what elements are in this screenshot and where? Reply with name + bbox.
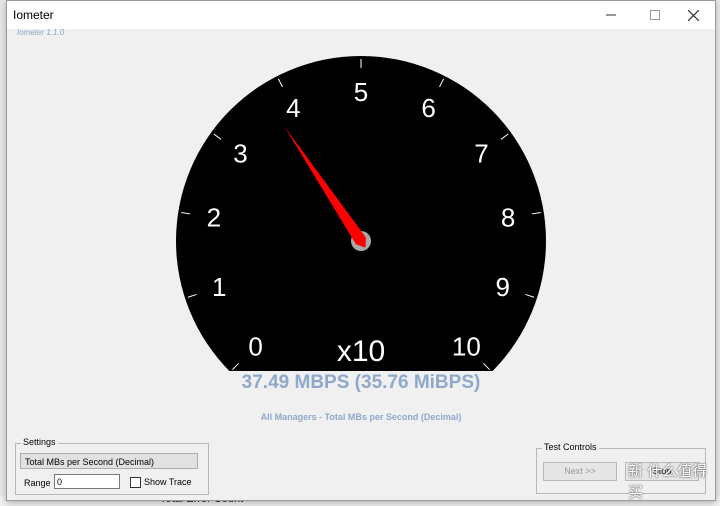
gauge-scale-label: 9 — [495, 272, 509, 302]
version-label: Iometer 1.1.0 — [17, 28, 65, 37]
gauge-scale-label: 2 — [207, 203, 221, 233]
gauge-scale-label: 3 — [233, 138, 247, 168]
test-controls-legend: Test Controls — [542, 442, 599, 452]
maximize-icon — [650, 10, 660, 20]
gauge-scale-label: 7 — [474, 138, 488, 168]
range-input[interactable]: 0 — [54, 474, 120, 489]
gauge-scale-label: 6 — [421, 93, 435, 123]
metric-description: All Managers - Total MBs per Second (Dec… — [260, 412, 462, 422]
metric-select[interactable]: Total MBs per Second (Decimal) — [20, 453, 198, 469]
gauge-scale-label: 0 — [248, 331, 262, 361]
next-button[interactable]: Next >> — [543, 462, 617, 481]
settings-group: Settings Total MBs per Second (Decimal) … — [15, 437, 209, 495]
gauge-scale-label: 10 — [452, 331, 481, 361]
gauge-scale-label: 5 — [354, 77, 368, 107]
watermark-text: 新 什么值得买 — [628, 463, 708, 501]
speedometer-gauge: 01 2 3 4 5 6 7 8 9 10 x10 — [176, 56, 546, 371]
title-bar[interactable]: Iometer — [7, 1, 715, 29]
gauge-multiplier-label: x10 — [337, 335, 385, 368]
show-trace-checkbox[interactable] — [130, 477, 141, 488]
gauge-scale-label: 8 — [501, 203, 515, 233]
close-icon — [687, 9, 699, 21]
throughput-readout: 37.49 MBPS (35.76 MiBPS) — [241, 372, 481, 393]
show-trace-label: Show Trace — [144, 477, 192, 487]
gauge-scale-label: 1 — [212, 272, 226, 302]
gauge-scale-label: 4 — [286, 93, 300, 123]
window-title: Iometer — [13, 8, 54, 22]
minimize-button[interactable] — [589, 1, 633, 29]
settings-legend: Settings — [21, 437, 58, 447]
minimize-icon — [606, 14, 616, 16]
iometer-gauge-window: Iometer Iometer 1.1.0 0 1 2 3 4 5 6 7 8 9 10 x10 3… — [6, 0, 716, 501]
close-button[interactable] — [671, 1, 715, 29]
range-label: Range — [24, 478, 51, 488]
